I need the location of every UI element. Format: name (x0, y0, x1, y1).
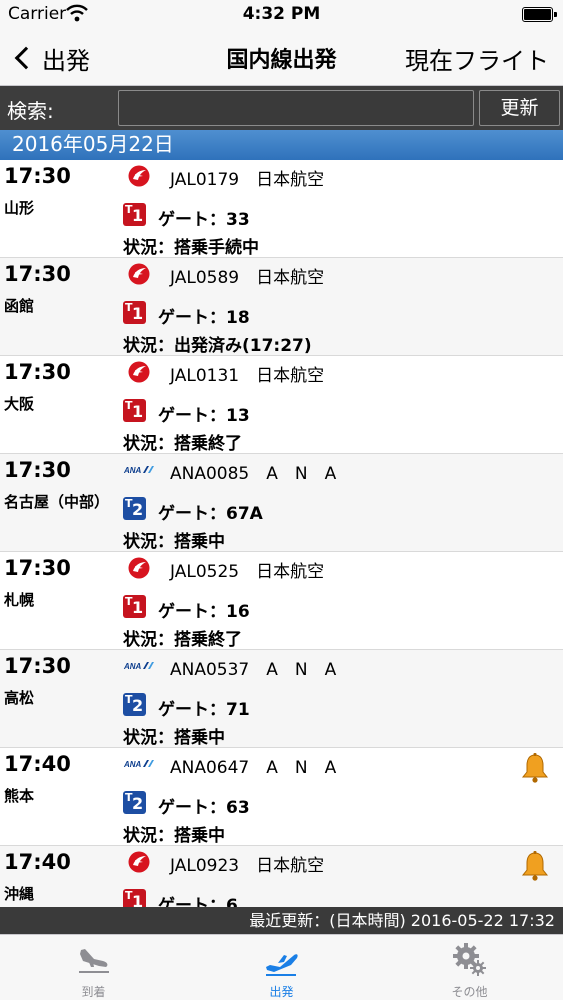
tab-arrivals[interactable]: 到着 (0, 935, 187, 1000)
date-header: 2016年05月22日 (0, 130, 563, 160)
flight-status: 状況：搭乗終了 (123, 630, 242, 650)
jal-logo-icon (128, 361, 150, 383)
search-input[interactable] (118, 90, 474, 126)
flight-row[interactable]: 17:30 札幌 JAL0525 日本航空 T 1 ゲート：16 状況：搭乗終了 (0, 552, 563, 650)
flight-row[interactable]: 17:30 高松 ANA ANA0537 A N A T 2 ゲート：71 状況：搭乗中 (0, 650, 563, 748)
gear-icon (453, 943, 486, 976)
search-bar: 検索: 更新 (0, 86, 563, 130)
terminal-badge-icon: T2 (123, 497, 146, 520)
gate-label: ゲート：16 (158, 602, 250, 622)
terminal-badge-icon: T2 (123, 791, 146, 814)
bell-icon[interactable] (519, 752, 551, 784)
destination-city: 大阪 (4, 395, 35, 413)
flight-status: 状況：搭乗中 (123, 532, 225, 552)
terminal-badge-icon: T1 (123, 595, 146, 618)
destination-city: 高松 (4, 689, 35, 707)
departure-time: 17:40 (4, 752, 71, 776)
navigation-bar: 出発 国内線出発 現在フライト (0, 30, 563, 86)
flight-number: ANA0647 A N A (170, 758, 337, 778)
gate-label: ゲート：18 (158, 308, 250, 328)
departure-time: 17:30 (4, 458, 71, 482)
terminal-badge-icon: T2 (123, 693, 146, 716)
departure-time: 17:30 (4, 654, 71, 678)
jal-logo-icon (128, 851, 150, 873)
status-bar: Carrier 4:32 PM (0, 0, 563, 30)
gate-label: ゲート：67A (158, 504, 263, 524)
terminal-badge-icon: T1 (123, 301, 146, 324)
gate-label: ゲート：13 (158, 406, 250, 426)
destination-city: 山形 (4, 199, 35, 217)
tab-label: 出発 (269, 985, 294, 999)
flight-number: ANA0085 A N A (170, 464, 337, 484)
last-updated-bar: 最近更新：(日本時間) 2016-05-22 17:32 (0, 907, 563, 934)
departure-time: 17:30 (4, 556, 71, 580)
gate-label: ゲート：63 (158, 798, 250, 818)
flight-number: ANA0537 A N A (170, 660, 337, 680)
flight-number: JAL0179 日本航空 (170, 170, 325, 190)
flight-number: JAL0589 日本航空 (170, 268, 325, 288)
terminal-badge-icon: T1 (123, 889, 146, 907)
flight-row[interactable]: 17:30 大阪 JAL0131 日本航空 T 1 ゲート：13 状況：搭乗終了 (0, 356, 563, 454)
destination-city: 熊本 (4, 787, 35, 805)
search-label: 検索: (7, 99, 54, 123)
tab-other[interactable]: その他 (376, 935, 563, 1000)
destination-city: 札幌 (4, 591, 35, 609)
flight-list[interactable]: 17:30 山形 JAL0179 日本航空 T 1 ゲート：33 状況：搭乗手続中 17:30… (0, 160, 563, 907)
flight-row[interactable]: 17:30 名古屋（中部） ANA ANA0085 A N A T 2 ゲート：67A 状況：… (0, 454, 563, 552)
battery-icon (522, 7, 557, 22)
departure-time: 17:30 (4, 360, 71, 384)
flight-status: 状況：搭乗終了 (123, 434, 242, 454)
flight-row[interactable]: 17:40 沖縄 JAL0923 日本航空 T 1 ゲート：6 (0, 846, 563, 907)
gate-label: ゲート：33 (158, 210, 250, 230)
flight-number: JAL0131 日本航空 (170, 366, 325, 386)
terminal-badge-icon: T1 (123, 203, 146, 226)
departure-time: 17:30 (4, 262, 71, 286)
flight-status: 状況：搭乗中 (123, 728, 225, 748)
tab-departures[interactable]: 出発 (188, 935, 375, 1000)
chevron-left-icon (14, 46, 38, 70)
refresh-button[interactable]: 更新 (479, 90, 560, 126)
flight-number: JAL0923 日本航空 (170, 856, 325, 876)
flight-status: 状況：出発済み(17:27) (123, 336, 312, 356)
flight-row[interactable]: 17:30 山形 JAL0179 日本航空 T 1 ゲート：33 状況：搭乗手続中 (0, 160, 563, 258)
tab-label: その他 (451, 985, 488, 999)
flight-row[interactable]: 17:30 函館 JAL0589 日本航空 T 1 ゲート：18 状況：出発済み(17:27… (0, 258, 563, 356)
svg-text:ANA: ANA (123, 662, 142, 671)
jal-logo-icon (128, 557, 150, 579)
destination-city: 函館 (4, 297, 35, 315)
tab-bar: 到着 出発 その他 (0, 934, 563, 1000)
flight-number: JAL0525 日本航空 (170, 562, 325, 582)
gate-label: ゲート：71 (158, 700, 250, 720)
ana-logo-icon: ANA (123, 662, 154, 671)
ana-logo-icon: ANA (123, 760, 154, 769)
gate-label: ゲート：6 (158, 896, 238, 907)
back-button[interactable]: 出発 (12, 40, 90, 76)
flight-status: 状況：搭乗手続中 (123, 238, 259, 258)
ana-logo-icon: ANA (123, 466, 154, 475)
flight-row[interactable]: 17:40 熊本 ANA ANA0647 A N A T 2 ゲート：63 状況：搭乗中 (0, 748, 563, 846)
terminal-badge-icon: T1 (123, 399, 146, 422)
current-flight-button[interactable]: 現在フライト (405, 41, 549, 76)
bell-icon[interactable] (519, 850, 551, 882)
plane-landing-icon (79, 949, 109, 973)
svg-text:ANA: ANA (123, 760, 142, 769)
plane-takeoff-icon (266, 954, 298, 976)
departure-time: 17:40 (4, 850, 71, 874)
flight-status: 状況：搭乗中 (123, 826, 225, 846)
departure-time: 17:30 (4, 164, 71, 188)
svg-text:ANA: ANA (123, 466, 142, 475)
jal-logo-icon (128, 165, 150, 187)
back-button-label: 出発 (42, 46, 90, 75)
jal-logo-icon (128, 263, 150, 285)
status-time: 4:32 PM (242, 4, 321, 24)
destination-city: 沖縄 (4, 885, 35, 903)
tab-label: 到着 (81, 985, 106, 999)
destination-city: 名古屋（中部） (4, 493, 110, 511)
